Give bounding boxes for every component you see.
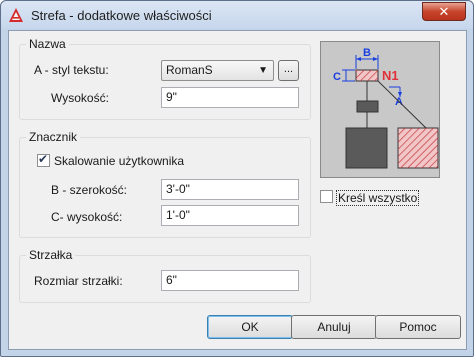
group-nazwa-title: Nazwa (26, 37, 69, 51)
preview-diagram: B C N1 A (333, 47, 439, 169)
browse-style-button[interactable]: ... (278, 60, 299, 81)
text-style-label: A - styl tekstu: (34, 63, 109, 77)
arrow-size-input[interactable]: 6" (161, 270, 299, 291)
marker-width-label: B - szerokość: (51, 183, 128, 197)
cancel-button[interactable]: Anuluj (291, 315, 377, 339)
dim-b-label: B (363, 47, 371, 59)
user-scaling-checkbox[interactable]: ✔ (37, 152, 50, 167)
title-bar[interactable]: Strefa - dodatkowe właściwości ✕ (1, 1, 473, 29)
draw-all-checkbox[interactable] (320, 190, 333, 203)
text-height-input[interactable]: 9" (161, 87, 299, 108)
marker-height-label: C- wysokość: (51, 210, 123, 224)
dialog-client: Nazwa A - styl tekstu: RomanS ▼ ... Wyso… (8, 30, 467, 350)
marker-height-input[interactable]: 1'-0" (161, 205, 299, 226)
ok-button[interactable]: OK (207, 315, 293, 339)
autocad-a-icon (9, 8, 23, 22)
check-icon: ✔ (38, 152, 49, 166)
preview-panel: B C N1 A (320, 41, 440, 178)
window-title: Strefa - dodatkowe właściwości (31, 8, 212, 23)
close-button[interactable]: ✕ (422, 2, 466, 21)
text-style-value: RomanS (166, 63, 213, 77)
group-znacznik-title: Znacznik (26, 130, 81, 144)
arrow-size-label: Rozmiar strzałki: (34, 274, 123, 288)
help-button[interactable]: Pomoc (375, 315, 461, 339)
group-strzalka-title: Strzałka (26, 248, 76, 262)
group-nazwa: Nazwa A - styl tekstu: RomanS ▼ ... Wyso… (19, 37, 311, 120)
group-znacznik: Znacznik ✔ Skalowanie użytkownika B - sz… (19, 130, 311, 238)
marker-width-input[interactable]: 3'-0" (161, 179, 299, 200)
dialog-window: Strefa - dodatkowe właściwości ✕ Nazwa A… (0, 0, 474, 357)
dim-c-label: C (333, 71, 341, 83)
zone-gray-rect (345, 127, 388, 169)
chevron-down-icon: ▼ (258, 65, 268, 76)
group-strzalka: Strzałka Rozmiar strzałki: 6" (19, 248, 311, 303)
text-height-label: Wysokość: (51, 91, 109, 105)
small-gray-block (356, 100, 379, 113)
user-scaling-label[interactable]: Skalowanie użytkownika (54, 154, 184, 168)
marker-n1-label: N1 (382, 68, 399, 83)
close-icon: ✕ (438, 3, 450, 19)
draw-all-label[interactable]: Kreśl wszystko (336, 190, 420, 206)
text-style-select[interactable]: RomanS ▼ (161, 60, 274, 81)
